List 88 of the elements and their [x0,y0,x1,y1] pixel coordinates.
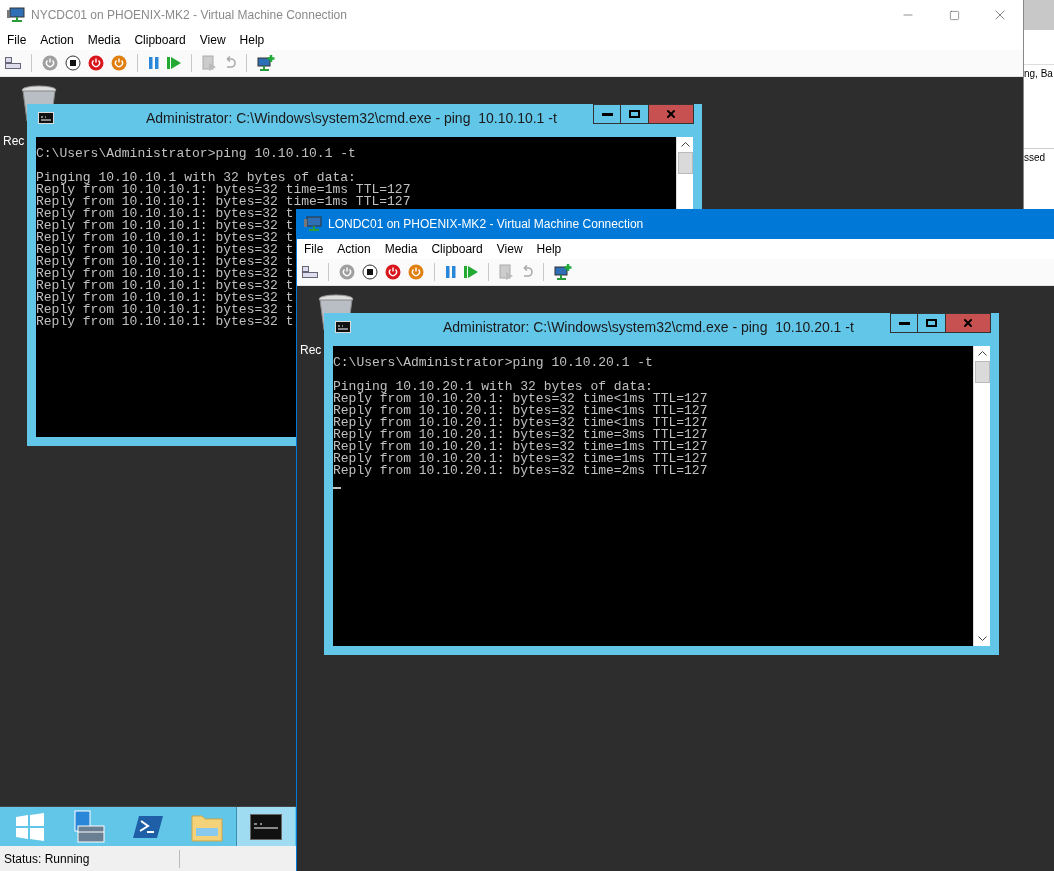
play-icon[interactable] [167,56,181,70]
monitor-network-icon [7,7,25,23]
console-line: Reply from 10.10.10.1: bytes=32 t [36,232,294,244]
console-line: Reply from 10.10.10.1: bytes=32 t [36,304,294,316]
console-icon [250,813,282,840]
play-icon[interactable] [464,265,478,279]
maximize-button[interactable] [621,104,649,124]
status-text: Status: Running [0,849,180,868]
menu-item[interactable]: Clipboard [134,31,186,49]
console-line: Reply from 10.10.10.1: bytes=32 t [36,292,294,304]
close-button[interactable] [946,313,991,333]
console-line: Reply from 10.10.10.1: bytes=32 time=1ms TTL=127 [36,196,411,208]
console-line: Reply from 10.10.10.1: bytes=32 t [36,244,294,256]
power-icon[interactable] [339,264,355,280]
console-line: Reply from 10.10.10.1: bytes=32 t [36,208,294,220]
console-title: Administrator: C:\Windows\system32\cmd.exe - ping 10.10.10.1 -t [146,110,557,125]
window-title: NYCDC01 on PHOENIX-MK2 - Virtual Machine Connection [31,7,347,24]
console-line: Reply from 10.10.20.1: bytes=32 time=1ms TTL=127 [333,441,708,453]
power-icon[interactable] [385,264,401,280]
maximize-icon [948,9,960,21]
pause-icon[interactable] [445,265,457,279]
powershell-icon [132,814,163,839]
power-icon[interactable] [111,55,127,71]
console-line: Reply from 10.10.10.1: bytes=32 time=1ms TTL=127 [36,184,411,196]
console-line: Reply from 10.10.20.1: bytes=32 time<1ms TTL=127 [333,405,708,417]
close-icon [665,108,677,120]
console-line: Pinging 10.10.10.1 with 32 bytes of data: [36,172,356,184]
server-toolbox-icon [71,809,106,844]
menu-item[interactable]: Media [384,240,418,258]
menu-item[interactable]: Help [536,240,562,258]
console-line: Reply from 10.10.20.1: bytes=32 time=1ms TTL=127 [333,453,708,465]
recycle-bin-label: Rec [3,135,25,147]
power-icon[interactable] [42,55,58,71]
console-line: C:\Users\Administrator>ping 10.10.20.1 -t [333,357,654,369]
menu-item[interactable]: Media [87,31,121,49]
side-window-text: ng, Ba [1024,69,1054,79]
monitor-network-icon [304,216,322,232]
undo-icon[interactable] [224,56,236,70]
monitor-plus-icon[interactable] [257,55,275,71]
stop-icon[interactable] [362,264,378,280]
menu-item[interactable]: View [496,240,523,258]
console-line: Reply from 10.10.10.1: bytes=32 t [36,280,294,292]
pause-icon[interactable] [148,56,160,70]
console-line: Reply from 10.10.10.1: bytes=32 t [36,256,294,268]
stop-icon[interactable] [65,55,81,71]
menu-item[interactable]: Clipboard [431,240,483,258]
scroll-thumb[interactable] [974,361,990,383]
window-title: LONDC01 on PHOENIX-MK2 - Virtual Machine Connection [328,216,644,233]
menu-item[interactable]: Help [239,31,265,49]
minimize-button[interactable] [890,313,918,333]
windows-icon [15,812,44,841]
console-icon [335,320,351,333]
console-line: Reply from 10.10.20.1: bytes=32 time=3ms TTL=127 [333,429,708,441]
console-line: C:\Users\Administrator>ping 10.10.10.1 -t [36,148,357,160]
recycle-bin-label: Rec [300,344,322,356]
close-icon [962,317,974,329]
console-icon [38,111,54,124]
console-line: Reply from 10.10.10.1: bytes=32 t [36,316,294,328]
side-window-title-bar [1024,0,1054,30]
console-title: Administrator: C:\Windows\system32\cmd.exe - ping 10.10.20.1 -t [443,319,854,334]
minimize-button[interactable] [593,104,621,124]
console-line: Reply from 10.10.20.1: bytes=32 time=2ms TTL=127 [333,465,708,477]
console-line: Reply from 10.10.20.1: bytes=32 time<1ms TTL=127 [333,393,708,405]
scroll-thumb[interactable] [677,152,693,174]
monitor-plus-icon[interactable] [554,264,572,280]
document-icon[interactable] [499,264,514,280]
panels-icon[interactable] [302,265,318,279]
menu-item[interactable]: File [7,31,27,49]
menu-item[interactable]: File [304,240,324,258]
power-icon[interactable] [408,264,424,280]
panels-icon[interactable] [5,56,21,70]
console-line: Reply from 10.10.10.1: bytes=32 t [36,268,294,280]
console-line: Reply from 10.10.20.1: bytes=32 time<1ms TTL=127 [333,417,708,429]
scroll-up-icon[interactable] [680,142,690,147]
undo-icon[interactable] [521,265,533,279]
console-line: Pinging 10.10.20.1 with 32 bytes of data: [333,381,653,393]
side-window-text: ssed [1024,153,1047,163]
menu-item[interactable]: Action [337,240,371,258]
menu-item[interactable]: View [199,31,226,49]
taskbar-button[interactable] [236,807,295,846]
maximize-button[interactable] [918,313,946,333]
close-button[interactable] [649,104,694,124]
scroll-up-icon[interactable] [977,351,987,356]
scroll-down-icon[interactable] [977,636,987,641]
power-icon[interactable] [88,55,104,71]
document-icon[interactable] [202,55,217,71]
console-line: Reply from 10.10.10.1: bytes=32 t [36,220,294,232]
menu-item[interactable]: Action [40,31,74,49]
